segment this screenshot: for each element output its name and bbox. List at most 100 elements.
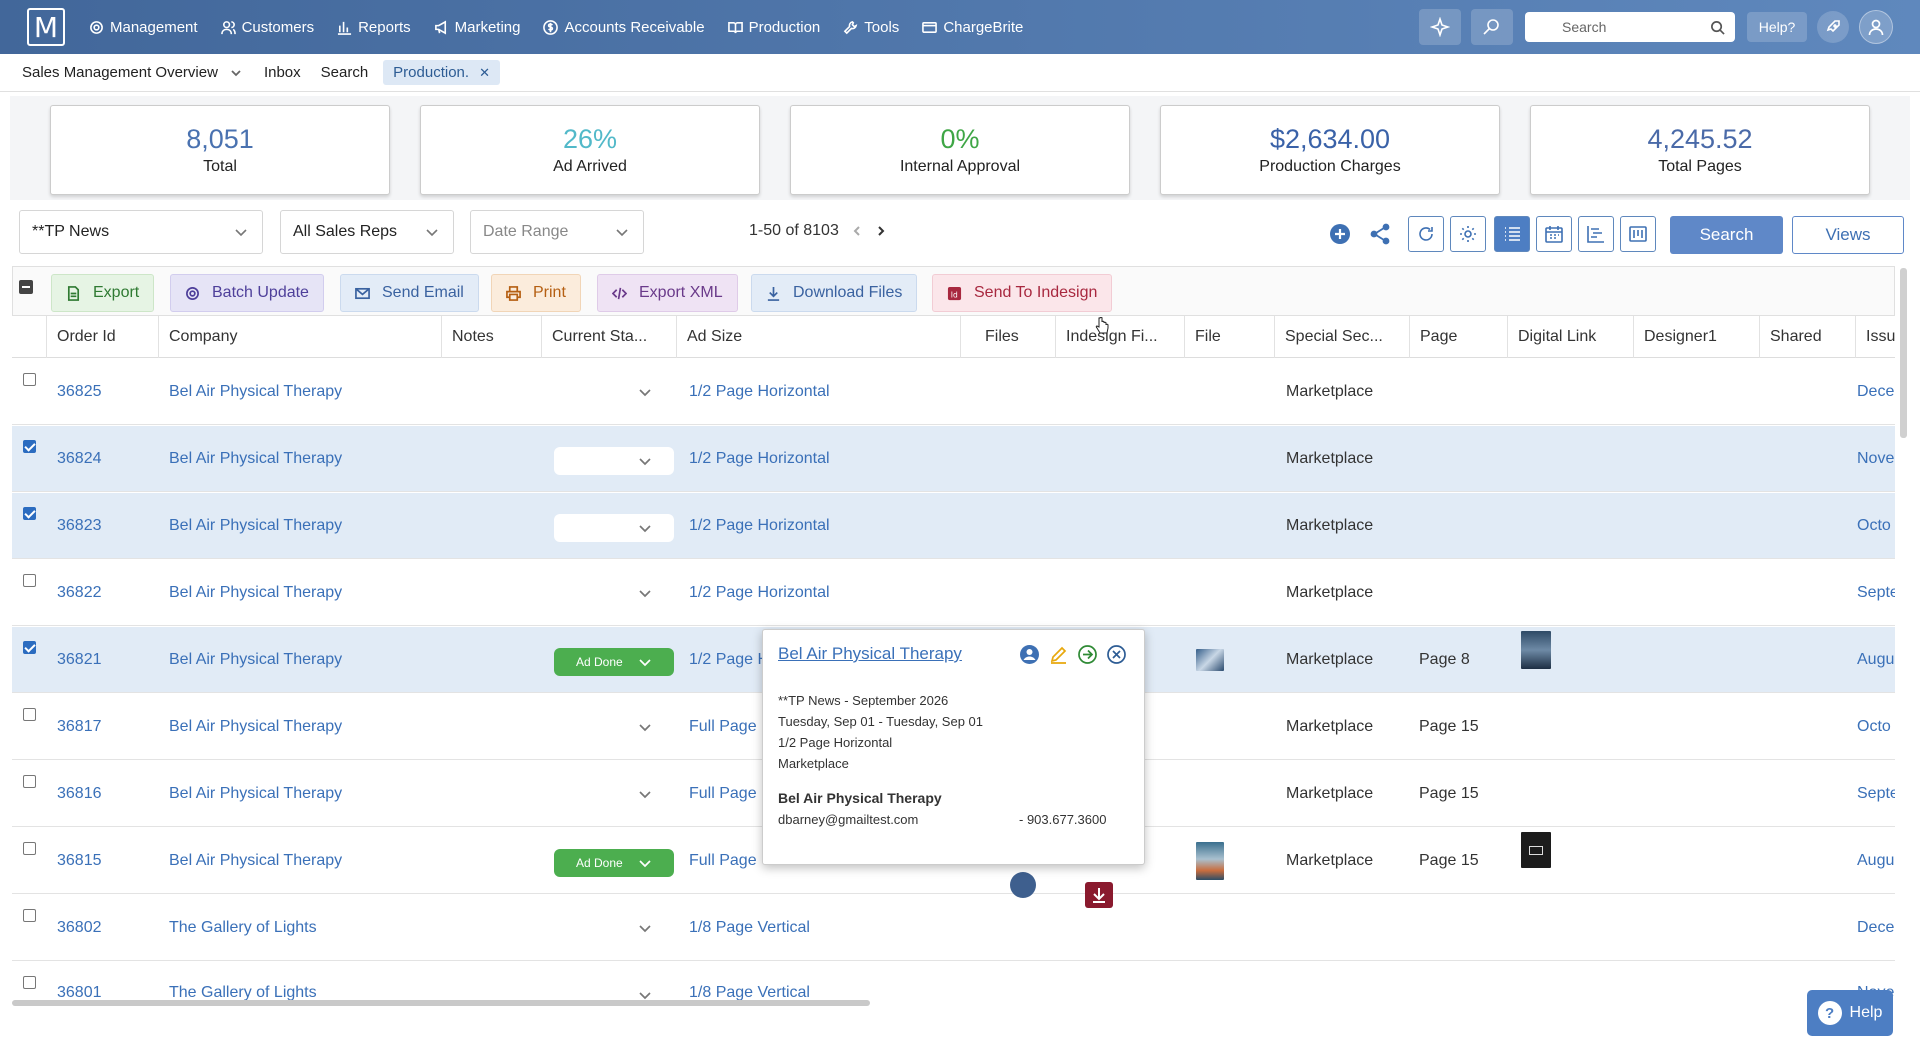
order-id-link[interactable]: 36816 [57, 761, 102, 827]
row-checkbox[interactable] [23, 909, 36, 922]
ad-size-link[interactable]: 1/2 Page Horizontal [689, 359, 830, 425]
ad-size-link[interactable]: Full Page [689, 828, 757, 894]
user-circle-icon[interactable] [1019, 644, 1040, 665]
order-id-link[interactable]: 36815 [57, 828, 102, 894]
status-select[interactable] [554, 514, 674, 542]
date-range-select[interactable]: Date Range [470, 210, 644, 254]
ad-size-link[interactable]: 1/8 Page Vertical [689, 895, 810, 961]
close-circle-icon[interactable] [1106, 644, 1127, 665]
order-id-link[interactable]: 36824 [57, 426, 102, 492]
issue-link[interactable]: Dece [1857, 359, 1894, 425]
export-xml-button[interactable]: Export XML [597, 274, 738, 312]
row-checkbox[interactable] [23, 708, 36, 721]
column-header-shared[interactable]: Shared [1759, 316, 1855, 358]
order-id-link[interactable]: 36817 [57, 694, 102, 760]
download-files-button[interactable]: Download Files [751, 274, 918, 312]
company-link[interactable]: Bel Air Physical Therapy [169, 761, 342, 827]
nav-chargebrite[interactable]: ChargeBrite [922, 19, 1023, 36]
sales-reps-select[interactable]: All Sales Reps [280, 210, 454, 254]
list-view-button[interactable] [1494, 216, 1530, 252]
column-header-digital-link[interactable]: Digital Link [1507, 316, 1633, 358]
column-header-files[interactable]: Files [960, 316, 1055, 358]
ad-size-link[interactable]: 1/2 Page Horizontal [689, 493, 830, 559]
table-row[interactable]: 36802 The Gallery of Lights 1/8 Page Ver… [12, 895, 1895, 961]
column-header-issue[interactable]: Issue [1855, 316, 1895, 358]
issue-link[interactable]: Augu [1857, 627, 1894, 693]
status-dropdown-icon[interactable] [638, 385, 652, 399]
column-header-file[interactable]: File [1184, 316, 1274, 358]
arrow-right-circle-icon[interactable] [1077, 644, 1098, 665]
issue-link[interactable]: Augu [1857, 828, 1894, 894]
ad-size-link[interactable]: 1/2 Page H [689, 627, 769, 693]
column-header-designer1[interactable]: Designer1 [1633, 316, 1759, 358]
send-to-indesign-button[interactable]: Id Send To Indesign [932, 274, 1113, 312]
export-button[interactable]: Export [51, 274, 155, 312]
ad-size-link[interactable]: 1/2 Page Horizontal [689, 426, 830, 492]
order-id-link[interactable]: 36822 [57, 560, 102, 626]
issue-link[interactable]: Septe [1857, 560, 1895, 626]
company-link[interactable]: Bel Air Physical Therapy [169, 560, 342, 626]
ad-size-link[interactable]: 1/2 Page Horizontal [689, 560, 830, 626]
column-header-page[interactable]: Page [1409, 316, 1507, 358]
chevron-right-icon[interactable] [875, 225, 887, 237]
file-thumbnail[interactable] [1196, 842, 1224, 880]
ai-sparkle-button[interactable] [1419, 9, 1461, 45]
send-email-button[interactable]: Send Email [340, 274, 479, 312]
column-header-notes[interactable]: Notes [441, 316, 541, 358]
global-search-input[interactable]: Search [1525, 12, 1735, 42]
nav-customers[interactable]: Customers [220, 19, 314, 36]
order-id-link[interactable]: 36823 [57, 493, 102, 559]
help-button[interactable]: Help? [1747, 12, 1807, 42]
quick-search-button[interactable] [1471, 9, 1513, 45]
order-id-link[interactable]: 36825 [57, 359, 102, 425]
status-select[interactable]: Ad Done [554, 648, 674, 676]
company-link[interactable]: Bel Air Physical Therapy [169, 493, 342, 559]
batch-update-button[interactable]: Batch Update [170, 274, 324, 312]
table-row[interactable]: 36824 Bel Air Physical Therapy 1/2 Page … [12, 426, 1895, 492]
column-header-ad-size[interactable]: Ad Size [676, 316, 960, 358]
status-dropdown-icon[interactable] [638, 921, 652, 935]
tab-inbox[interactable]: Inbox [264, 64, 301, 81]
issue-link[interactable]: Septe [1857, 761, 1895, 827]
share-button[interactable] [1366, 220, 1394, 248]
nav-accounts-receivable[interactable]: Accounts Receivable [543, 19, 705, 36]
company-link[interactable]: Bel Air Physical Therapy [169, 627, 342, 693]
settings-button[interactable] [1450, 216, 1486, 252]
nav-tools[interactable]: Tools [843, 19, 899, 36]
row-checkbox[interactable] [23, 440, 36, 453]
column-header-order-id[interactable]: Order Id [46, 316, 158, 358]
column-header-indesign-files[interactable]: Indesign Fi... [1055, 316, 1184, 358]
publication-select[interactable]: **TP News [19, 210, 263, 254]
views-button[interactable]: Views [1792, 216, 1904, 254]
vertical-scrollbar[interactable] [1900, 268, 1907, 438]
issue-link[interactable]: Octo [1857, 493, 1891, 559]
ad-size-link[interactable]: Full Page [689, 694, 757, 760]
horizontal-scrollbar[interactable] [12, 1000, 870, 1006]
table-row[interactable]: 36822 Bel Air Physical Therapy 1/2 Page … [12, 560, 1895, 626]
status-dropdown-icon[interactable] [638, 586, 652, 600]
select-all-checkbox[interactable] [19, 280, 33, 294]
issue-link[interactable]: Dece [1857, 895, 1894, 961]
ad-size-link[interactable]: Full Page [689, 761, 757, 827]
add-button[interactable] [1326, 220, 1354, 248]
tab-production[interactable]: Production. ✕ [383, 60, 500, 85]
status-select[interactable]: Ad Done [554, 849, 674, 877]
table-row[interactable]: 36823 Bel Air Physical Therapy 1/2 Page … [12, 493, 1895, 559]
table-row[interactable]: 36825 Bel Air Physical Therapy 1/2 Page … [12, 359, 1895, 425]
nav-management[interactable]: Management [89, 19, 198, 36]
nav-marketing[interactable]: Marketing [434, 19, 520, 36]
row-checkbox[interactable] [23, 775, 36, 788]
column-header-company[interactable]: Company [158, 316, 441, 358]
issue-link[interactable]: Nove [1857, 426, 1894, 492]
status-dropdown-icon[interactable] [638, 787, 652, 801]
status-select[interactable] [554, 447, 674, 475]
order-id-link[interactable]: 36802 [57, 895, 102, 961]
company-link[interactable]: Bel Air Physical Therapy [169, 426, 342, 492]
calendar-view-button[interactable] [1536, 216, 1572, 252]
row-checkbox[interactable] [23, 373, 36, 386]
close-tab-icon[interactable]: ✕ [479, 65, 490, 81]
tab-sales-management-overview[interactable]: Sales Management Overview [22, 64, 242, 81]
nav-production[interactable]: Production [727, 19, 820, 36]
user-avatar[interactable] [1859, 10, 1893, 44]
company-link[interactable]: Bel Air Physical Therapy [169, 694, 342, 760]
